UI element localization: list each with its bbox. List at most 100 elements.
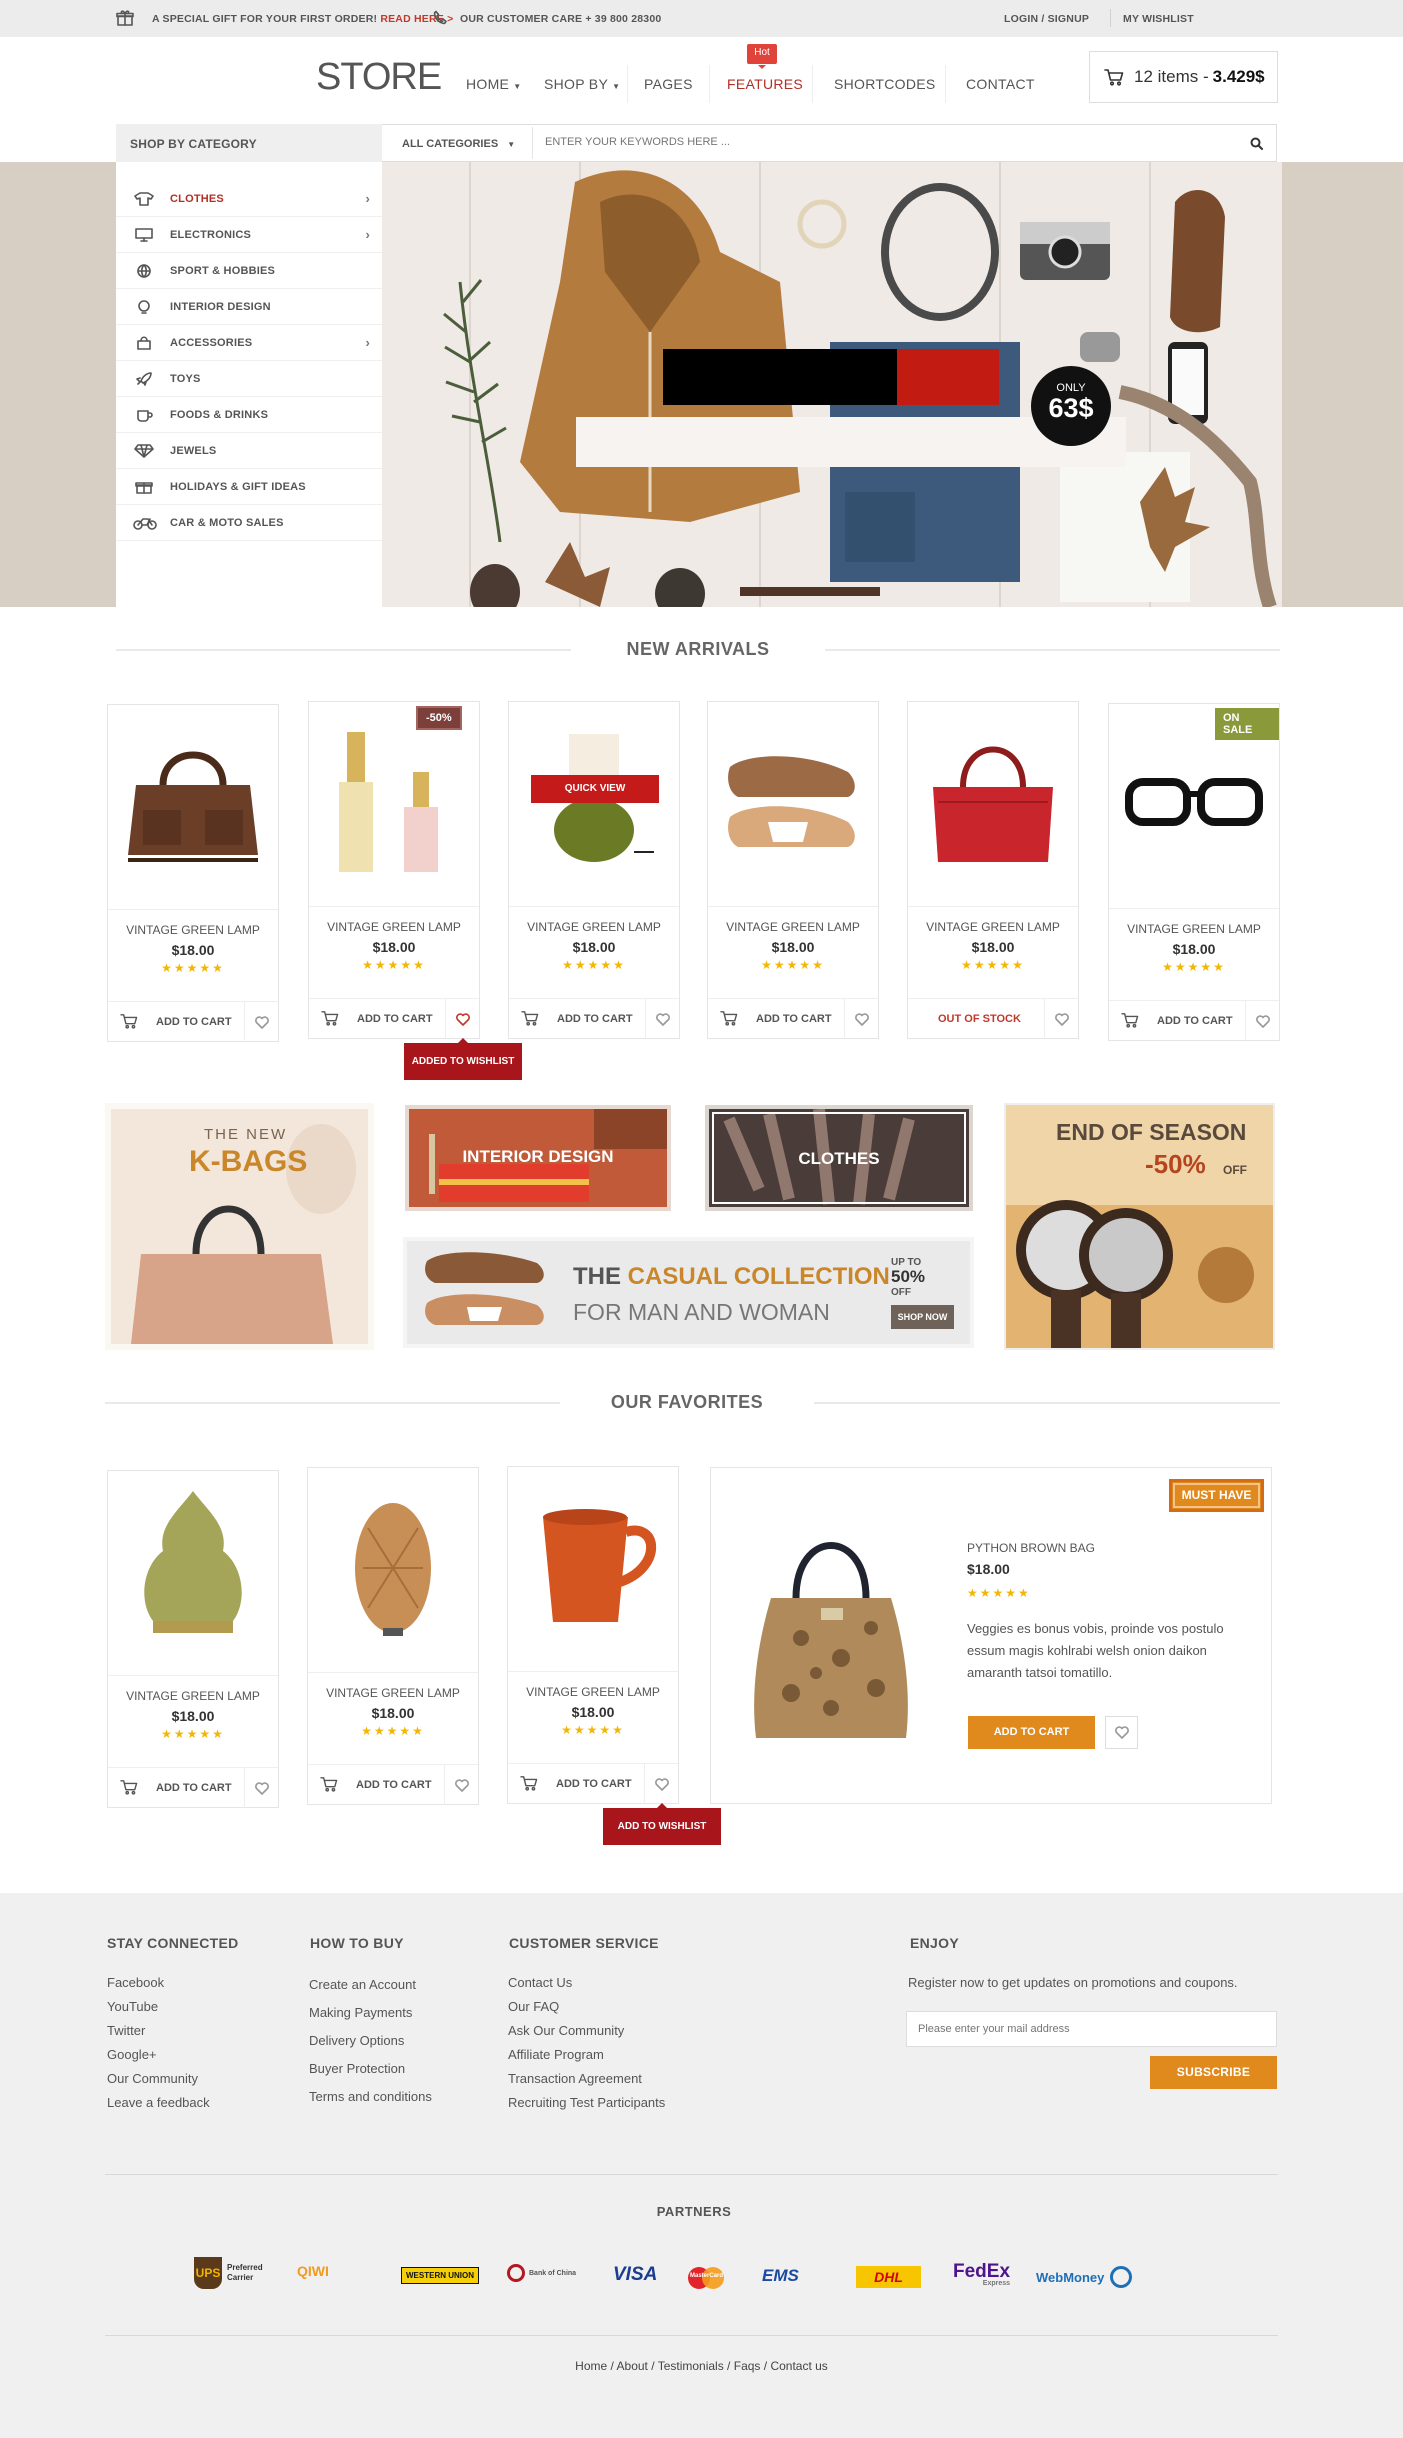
footer-link-delivery-options[interactable]: Delivery Options xyxy=(309,2027,432,2055)
clothes-banner[interactable]: CLOTHES xyxy=(705,1105,973,1211)
category-item-electronics[interactable]: ELECTRONICS › xyxy=(116,217,382,253)
category-item-foods-drinks[interactable]: FOODS & DRINKS xyxy=(116,397,382,433)
product-name[interactable]: VINTAGE GREEN LAMP xyxy=(508,1685,678,1699)
category-item-interior-design[interactable]: INTERIOR DESIGN xyxy=(116,289,382,325)
footer-link-recruiting[interactable]: Recruiting Test Participants xyxy=(508,2091,665,2115)
western-union-logo[interactable]: WESTERN UNION xyxy=(401,2267,479,2284)
bottom-link-home[interactable]: Home xyxy=(575,2359,607,2373)
add-to-cart-button[interactable]: ADD TO CART xyxy=(508,1764,644,1804)
wishlist-button[interactable] xyxy=(445,999,479,1039)
wishlist-button[interactable] xyxy=(244,1768,278,1808)
wishlist-button[interactable] xyxy=(1245,1001,1279,1041)
webmoney-logo[interactable]: WebMoney xyxy=(1036,2266,1133,2288)
add-to-cart-button[interactable]: ADD TO CART xyxy=(308,1765,444,1805)
product-card[interactable]: VINTAGE GREEN LAMP $18.00 ★★★★★ OUT OF S… xyxy=(907,701,1079,1039)
bottom-link-contact[interactable]: Contact us xyxy=(770,2359,827,2373)
footer-link-facebook[interactable]: Facebook xyxy=(107,1971,210,1995)
add-to-cart-button[interactable]: ADD TO CART xyxy=(708,999,844,1039)
all-categories-select[interactable]: ALL CATEGORIES ▼ xyxy=(402,138,515,150)
nav-home[interactable]: HOME ▼ xyxy=(466,76,521,92)
product-image[interactable] xyxy=(309,702,479,907)
footer-link-leave-feedback[interactable]: Leave a feedback xyxy=(107,2091,210,2115)
product-card[interactable]: VINTAGE GREEN LAMP $18.00 ★★★★★ ADD TO C… xyxy=(507,1466,679,1804)
nav-features[interactable]: FEATURES xyxy=(727,76,803,92)
footer-link-our-faq[interactable]: Our FAQ xyxy=(508,1995,665,2019)
product-name[interactable]: VINTAGE GREEN LAMP xyxy=(1109,922,1279,936)
mastercard-logo[interactable]: MasterCard xyxy=(688,2267,726,2289)
nav-pages[interactable]: PAGES xyxy=(644,76,693,92)
product-name[interactable]: VINTAGE GREEN LAMP xyxy=(708,920,878,934)
nav-shortcodes[interactable]: SHORTCODES xyxy=(834,76,936,92)
wishlist-button[interactable] xyxy=(444,1765,478,1805)
subscribe-button[interactable]: SUBSCRIBE xyxy=(1150,2056,1277,2089)
featured-product-name[interactable]: PYTHON BROWN BAG xyxy=(967,1541,1095,1555)
category-item-toys[interactable]: TOYS xyxy=(116,361,382,397)
qiwi-logo[interactable]: QIWI xyxy=(297,2263,329,2279)
wishlist-button[interactable] xyxy=(244,1002,278,1042)
footer-link-terms[interactable]: Terms and conditions xyxy=(309,2083,432,2111)
ems-logo[interactable]: EMS xyxy=(762,2266,799,2286)
quick-view-button[interactable]: QUICK VIEW xyxy=(531,775,659,803)
add-to-cart-button[interactable]: ADD TO CART xyxy=(108,1002,244,1042)
wishlist-button[interactable] xyxy=(844,999,878,1039)
interior-design-banner[interactable]: INTERIOR DESIGN xyxy=(405,1105,671,1211)
wishlist-button[interactable] xyxy=(1044,999,1078,1039)
product-name[interactable]: VINTAGE GREEN LAMP xyxy=(108,1689,278,1703)
bottom-link-faqs[interactable]: Faqs xyxy=(734,2359,761,2373)
store-logo[interactable]: STORE xyxy=(316,56,442,99)
footer-link-twitter[interactable]: Twitter xyxy=(107,2019,210,2043)
category-item-holidays-gifts[interactable]: HOLIDAYS & GIFT IDEAS xyxy=(116,469,382,505)
footer-link-google-plus[interactable]: Google+ xyxy=(107,2043,210,2067)
footer-link-ask-community[interactable]: Ask Our Community xyxy=(508,2019,665,2043)
search-input[interactable] xyxy=(545,136,1145,148)
visa-logo[interactable]: VISA xyxy=(613,2264,657,2286)
footer-link-affiliate[interactable]: Affiliate Program xyxy=(508,2043,665,2067)
footer-link-our-community[interactable]: Our Community xyxy=(107,2067,210,2091)
featured-product-image[interactable] xyxy=(731,1508,931,1748)
footer-link-contact-us[interactable]: Contact Us xyxy=(508,1971,665,1995)
email-field[interactable] xyxy=(906,2011,1277,2047)
product-image[interactable] xyxy=(308,1468,478,1673)
bottom-link-about[interactable]: About xyxy=(617,2359,648,2373)
product-card[interactable]: VINTAGE GREEN LAMP $18.00 ★★★★★ ADD TO C… xyxy=(707,701,879,1039)
ups-logo[interactable]: UPS Preferred Carrier xyxy=(194,2257,263,2289)
wishlist-button[interactable] xyxy=(645,999,679,1039)
product-card[interactable]: VINTAGE GREEN LAMP $18.00 ★★★★★ ADD TO C… xyxy=(107,1470,279,1808)
fedex-logo[interactable]: FedEx Express xyxy=(953,2261,1010,2287)
product-name[interactable]: VINTAGE GREEN LAMP xyxy=(108,923,278,937)
bank-of-china-logo[interactable]: Bank of China xyxy=(507,2264,576,2282)
dhl-logo[interactable]: DHL xyxy=(856,2266,921,2288)
product-name[interactable]: VINTAGE GREEN LAMP xyxy=(309,920,479,934)
casual-collection-banner[interactable]: THE CASUAL COLLECTION FOR MAN AND WOMAN … xyxy=(403,1237,974,1348)
cart-button[interactable]: 12 items -3.429$ xyxy=(1089,51,1278,103)
add-to-cart-button[interactable]: ADD TO CART xyxy=(1109,1001,1245,1041)
footer-link-transaction-agreement[interactable]: Transaction Agreement xyxy=(508,2067,665,2091)
category-item-accessories[interactable]: ACCESSORIES › xyxy=(116,325,382,361)
login-signup-link[interactable]: LOGIN / SIGNUP xyxy=(1004,13,1089,25)
product-card[interactable]: ON SALE VINTAGE GREEN LAMP $18.00 ★★★★★ … xyxy=(1108,703,1280,1041)
product-image[interactable] xyxy=(108,705,278,910)
wishlist-button[interactable] xyxy=(644,1764,678,1804)
nav-shop-by[interactable]: SHOP BY ▼ xyxy=(544,76,620,92)
end-of-season-banner[interactable]: END OF SEASON -50% OFF xyxy=(1004,1103,1275,1350)
product-image[interactable] xyxy=(108,1471,278,1676)
category-item-clothes[interactable]: CLOTHES › xyxy=(116,181,382,217)
my-wishlist-link[interactable]: MY WISHLIST xyxy=(1123,13,1194,25)
wishlist-button[interactable] xyxy=(1105,1716,1138,1749)
bottom-link-testimonials[interactable]: Testimonials xyxy=(658,2359,724,2373)
footer-link-making-payments[interactable]: Making Payments xyxy=(309,1999,432,2027)
product-name[interactable]: VINTAGE GREEN LAMP xyxy=(509,920,679,934)
footer-link-create-account[interactable]: Create an Account xyxy=(309,1971,432,1999)
search-button[interactable] xyxy=(1237,127,1275,159)
product-image[interactable] xyxy=(509,702,679,907)
footer-link-buyer-protection[interactable]: Buyer Protection xyxy=(309,2055,432,2083)
product-image[interactable] xyxy=(708,702,878,907)
add-to-cart-button[interactable]: ADD TO CART xyxy=(509,999,645,1039)
shop-now-button[interactable]: SHOP NOW xyxy=(891,1305,954,1329)
product-card[interactable]: -50% VINTAGE GREEN LAMP $18.00 ★★★★★ ADD… xyxy=(308,701,480,1039)
add-to-cart-button[interactable]: ADD TO CART xyxy=(309,999,445,1039)
category-item-car-moto[interactable]: CAR & MOTO SALES xyxy=(116,505,382,541)
add-to-cart-button[interactable]: ADD TO CART xyxy=(968,1716,1095,1749)
product-name[interactable]: VINTAGE GREEN LAMP xyxy=(308,1686,478,1700)
product-card[interactable]: VINTAGE GREEN LAMP $18.00 ★★★★★ ADD TO C… xyxy=(307,1467,479,1805)
